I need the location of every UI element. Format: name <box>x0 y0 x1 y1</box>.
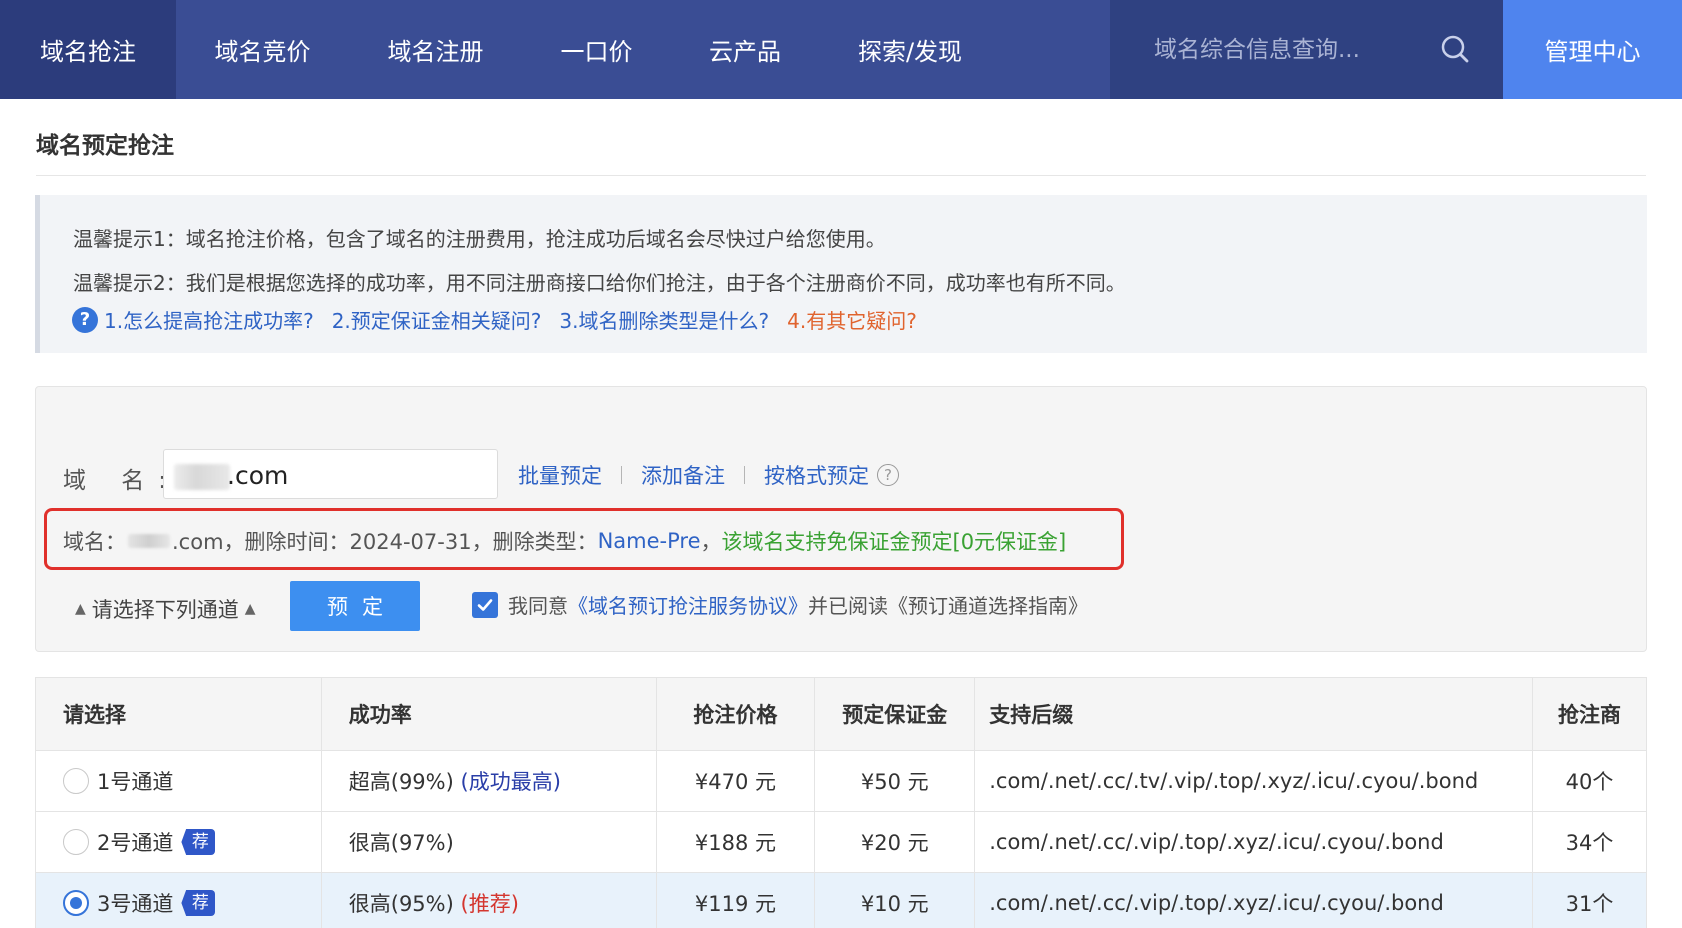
search-icon[interactable] <box>1440 34 1470 64</box>
success-rate: 超高(99%) <box>348 770 454 794</box>
redacted-domain-name <box>174 464 230 490</box>
info-prefix: 域名： <box>63 530 126 554</box>
recommended-badge: 荐 <box>181 829 216 855</box>
rate-note: (成功最高) <box>460 770 561 794</box>
agree-prefix: 我同意 <box>508 594 568 618</box>
supported-suffixes: .com/.net/.cc/.vip/.top/.xyz/.icu/.cyou/… <box>974 872 1534 928</box>
info-comma: ， <box>700 530 722 554</box>
col-header-rate: 成功率 <box>320 677 657 751</box>
registrar-count: 40个 <box>1532 750 1647 812</box>
table-row[interactable]: 3号通道荐 很高(95%) (推荐) ¥119 元 ¥10 元 .com/.ne… <box>35 872 1647 928</box>
channel-name: 3号通道 <box>97 892 174 916</box>
page: 域名抢注 域名竞价 域名注册 一口价 云产品 探索/发现 管理中心 域名预定抢注… <box>0 0 1682 928</box>
triangle-up-icon: ▲ <box>244 601 256 617</box>
channel-select-label: 请选择下列通道 <box>91 598 239 622</box>
title-divider <box>36 175 1646 176</box>
question-icon[interactable]: ? <box>877 464 899 486</box>
faq-link-deposit[interactable]: 2.预定保证金相关疑问? <box>332 305 542 334</box>
checkmark-icon <box>477 598 493 611</box>
supported-suffixes: .com/.net/.cc/.tv/.vip/.top/.xyz/.icu/.c… <box>974 750 1534 812</box>
registrar-count: 34个 <box>1532 811 1647 873</box>
snap-price: ¥188 元 <box>655 811 816 873</box>
delete-type-value: Name-Pre <box>597 529 701 553</box>
col-header-price: 抢注价格 <box>655 677 816 751</box>
deposit: ¥10 元 <box>814 872 976 928</box>
faq-link-success-rate[interactable]: 1.怎么提高抢注成功率? <box>104 305 314 334</box>
snap-price: ¥470 元 <box>655 750 816 812</box>
tip-2: 温馨提示2：我们是根据您选择的成功率，用不同注册商接口给你们抢注，由于各个注册商… <box>73 271 1126 295</box>
success-rate: 很高(95%) <box>348 892 454 916</box>
channel-table: 请选择 成功率 抢注价格 预定保证金 支持后缀 抢注商 1号通道 超高(99%)… <box>35 677 1647 928</box>
info-domain-details: .com，删除时间：2024-07-31，删除类型： <box>172 530 598 554</box>
channel-radio[interactable] <box>63 768 89 794</box>
free-deposit-note: 该域名支持免保证金预定[0元保证金] <box>721 530 1067 554</box>
channel-radio-selected[interactable] <box>63 890 89 916</box>
reserve-button[interactable]: 预定 <box>290 581 420 631</box>
snap-price: ¥119 元 <box>655 872 816 928</box>
channel-name: 2号通道 <box>97 831 174 855</box>
tip-1: 温馨提示1：域名抢注价格，包含了域名的注册费用，抢注成功后域名会尽快过户给您使用… <box>73 227 886 251</box>
service-agreement-link[interactable]: 《域名预订抢注服务协议》 <box>568 590 808 619</box>
domain-input[interactable] <box>227 458 487 492</box>
batch-reserve-link[interactable]: 批量预定 <box>518 460 602 490</box>
col-header-suffix: 支持后缀 <box>974 677 1534 751</box>
deposit: ¥20 元 <box>814 811 976 873</box>
nav-item-domain-auction[interactable]: 域名竞价 <box>176 0 349 99</box>
faq-link-other[interactable]: 4.有其它疑问? <box>787 305 917 334</box>
success-rate: 很高(97%) <box>320 811 657 873</box>
admin-center-button[interactable]: 管理中心 <box>1503 0 1682 99</box>
table-header-row: 请选择 成功率 抢注价格 预定保证金 支持后缀 抢注商 <box>35 677 1647 751</box>
page-title: 域名预定抢注 <box>36 133 174 159</box>
col-header-registrars: 抢注商 <box>1532 677 1647 751</box>
reserve-form-panel: 域 名: 批量预定 添加备注 按格式预定 ? 域名： .com，删除时间：202… <box>35 386 1647 652</box>
domain-input-box[interactable] <box>163 449 498 499</box>
channel-select-toggle[interactable]: ▲ 请选择下列通道 ▲ <box>69 594 262 624</box>
divider <box>744 466 745 484</box>
faq-links: ? 1.怎么提高抢注成功率? 2.预定保证金相关疑问? 3.域名删除类型是什么?… <box>72 305 935 334</box>
nav-item-cloud-products[interactable]: 云产品 <box>671 0 819 99</box>
tips-panel: 温馨提示1：域名抢注价格，包含了域名的注册费用，抢注成功后域名会尽快过户给您使用… <box>35 195 1647 353</box>
channel-radio[interactable] <box>63 829 89 855</box>
col-header-select: 请选择 <box>35 677 322 751</box>
divider <box>621 466 622 484</box>
supported-suffixes: .com/.net/.cc/.vip/.top/.xyz/.icu/.cyou/… <box>974 811 1534 873</box>
triangle-up-icon: ▲ <box>75 601 86 617</box>
domain-info-highlight: 域名： .com，删除时间：2024-07-31，删除类型： Name-Pre … <box>44 508 1124 570</box>
table-row[interactable]: 1号通道 超高(99%) (成功最高) ¥470 元 ¥50 元 .com/.n… <box>35 750 1647 812</box>
col-header-deposit: 预定保证金 <box>814 677 976 751</box>
deposit: ¥50 元 <box>814 750 976 812</box>
domain-search-input[interactable] <box>1154 36 1434 63</box>
table-row[interactable]: 2号通道荐 很高(97%) ¥188 元 ¥20 元 .com/.net/.cc… <box>35 811 1647 873</box>
faq-link-delete-type[interactable]: 3.域名删除类型是什么? <box>559 305 769 334</box>
nav-item-fixed-price[interactable]: 一口价 <box>522 0 671 99</box>
agree-suffix: 并已阅读《预订通道选择指南》 <box>808 594 1088 618</box>
nav-item-explore[interactable]: 探索/发现 <box>819 0 1001 99</box>
domain-info-row: 域名： .com，删除时间：2024-07-31，删除类型： Name-Pre … <box>63 526 1066 556</box>
recommended-badge: 荐 <box>181 890 216 916</box>
domain-actions: 批量预定 添加备注 按格式预定 ? <box>518 460 899 490</box>
format-reserve-link[interactable]: 按格式预定 <box>764 460 869 490</box>
redacted-domain-name <box>128 534 170 548</box>
add-note-link[interactable]: 添加备注 <box>641 460 725 490</box>
registrar-count: 31个 <box>1532 872 1647 928</box>
agree-checkbox[interactable] <box>472 591 498 618</box>
nav-item-domain-register[interactable]: 域名注册 <box>349 0 522 99</box>
channel-name: 1号通道 <box>97 770 174 794</box>
agreement-row: 我同意 《域名预订抢注服务协议》 并已阅读《预订通道选择指南》 <box>472 590 1088 619</box>
question-circle-icon: ? <box>72 306 98 333</box>
nav-item-domain-snap[interactable]: 域名抢注 <box>0 0 176 99</box>
rate-note: (推荐) <box>460 892 519 916</box>
